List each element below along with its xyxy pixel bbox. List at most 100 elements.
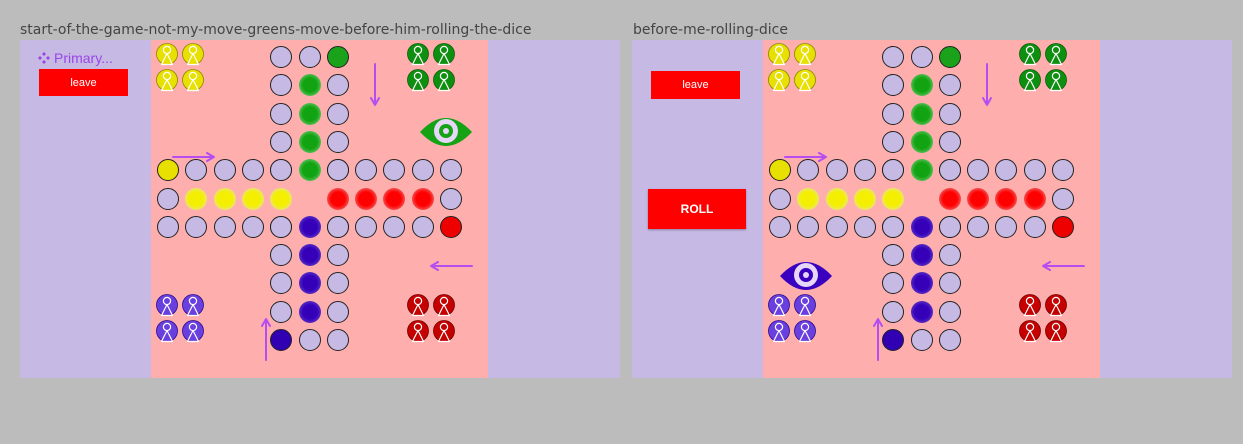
path-cell[interactable]: [882, 102, 905, 125]
path-cell[interactable]: [326, 244, 349, 267]
path-cell[interactable]: [241, 215, 264, 238]
path-cell[interactable]: [270, 159, 293, 182]
pawn-icon[interactable]: [433, 294, 455, 318]
path-cell[interactable]: [882, 300, 905, 323]
path-cell[interactable]: [326, 74, 349, 97]
path-cell[interactable]: [853, 159, 876, 182]
pawn-icon[interactable]: [156, 43, 178, 67]
path-cell[interactable]: [326, 329, 349, 351]
path-cell[interactable]: [938, 272, 961, 295]
path-cell[interactable]: [769, 187, 791, 210]
path-cell[interactable]: [270, 244, 293, 267]
path-cell[interactable]: [185, 215, 208, 238]
path-cell[interactable]: [995, 215, 1018, 238]
path-cell[interactable]: [326, 102, 349, 125]
path-cell[interactable]: [270, 272, 293, 295]
path-cell[interactable]: [440, 159, 462, 182]
path-cell[interactable]: [938, 159, 961, 182]
path-cell[interactable]: [882, 46, 905, 68]
path-cell[interactable]: [938, 130, 961, 153]
pawn-icon[interactable]: [794, 69, 816, 93]
path-cell[interactable]: [938, 102, 961, 125]
path-cell[interactable]: [882, 215, 905, 238]
pawn-icon[interactable]: [182, 320, 204, 344]
path-cell[interactable]: [213, 215, 236, 238]
start-cell-blue[interactable]: [270, 329, 293, 351]
pawn-icon[interactable]: [794, 320, 816, 344]
pawn-icon[interactable]: [1045, 294, 1067, 318]
path-cell[interactable]: [241, 159, 264, 182]
pawn-icon[interactable]: [182, 294, 204, 318]
path-cell[interactable]: [326, 130, 349, 153]
path-cell[interactable]: [157, 215, 179, 238]
path-cell[interactable]: [882, 159, 905, 182]
path-cell[interactable]: [825, 215, 848, 238]
pawn-icon[interactable]: [768, 320, 790, 344]
path-cell[interactable]: [882, 74, 905, 97]
path-cell[interactable]: [938, 74, 961, 97]
start-cell-green[interactable]: [938, 46, 961, 68]
path-cell[interactable]: [1052, 159, 1074, 182]
path-cell[interactable]: [383, 215, 406, 238]
pawn-icon[interactable]: [433, 69, 455, 93]
path-cell[interactable]: [769, 215, 791, 238]
pawn-icon[interactable]: [1019, 43, 1041, 67]
start-cell-red[interactable]: [440, 215, 462, 238]
path-cell[interactable]: [298, 329, 321, 351]
path-cell[interactable]: [440, 187, 462, 210]
path-cell[interactable]: [326, 272, 349, 295]
pawn-icon[interactable]: [794, 43, 816, 67]
path-cell[interactable]: [270, 74, 293, 97]
start-cell-blue[interactable]: [882, 329, 905, 351]
path-cell[interactable]: [938, 329, 961, 351]
path-cell[interactable]: [411, 159, 434, 182]
path-cell[interactable]: [1052, 187, 1074, 210]
path-cell[interactable]: [1023, 215, 1046, 238]
primary-component-label[interactable]: Primary...: [38, 50, 113, 66]
path-cell[interactable]: [1023, 159, 1046, 182]
path-cell[interactable]: [355, 215, 378, 238]
path-cell[interactable]: [383, 159, 406, 182]
path-cell[interactable]: [882, 272, 905, 295]
pawn-icon[interactable]: [433, 320, 455, 344]
pawn-icon[interactable]: [768, 69, 790, 93]
pawn-icon[interactable]: [433, 43, 455, 67]
path-cell[interactable]: [355, 159, 378, 182]
path-cell[interactable]: [270, 102, 293, 125]
start-cell-red[interactable]: [1052, 215, 1074, 238]
pawn-icon[interactable]: [1019, 320, 1041, 344]
path-cell[interactable]: [967, 159, 990, 182]
pawn-icon[interactable]: [768, 43, 790, 67]
path-cell[interactable]: [910, 46, 933, 68]
path-cell[interactable]: [938, 215, 961, 238]
pawn-icon[interactable]: [182, 69, 204, 93]
roll-button[interactable]: ROLL: [648, 189, 746, 229]
path-cell[interactable]: [326, 215, 349, 238]
path-cell[interactable]: [270, 300, 293, 323]
pawn-icon[interactable]: [156, 69, 178, 93]
path-cell[interactable]: [938, 300, 961, 323]
path-cell[interactable]: [995, 159, 1018, 182]
pawn-icon[interactable]: [1045, 320, 1067, 344]
pawn-icon[interactable]: [156, 320, 178, 344]
pawn-icon[interactable]: [407, 320, 429, 344]
pawn-icon[interactable]: [1019, 294, 1041, 318]
pawn-icon[interactable]: [407, 43, 429, 67]
path-cell[interactable]: [882, 130, 905, 153]
path-cell[interactable]: [270, 215, 293, 238]
pawn-icon[interactable]: [407, 69, 429, 93]
pawn-icon[interactable]: [182, 43, 204, 67]
pawn-icon[interactable]: [1045, 43, 1067, 67]
path-cell[interactable]: [853, 215, 876, 238]
start-cell-green[interactable]: [326, 46, 349, 68]
leave-button[interactable]: leave: [39, 69, 128, 96]
path-cell[interactable]: [938, 244, 961, 267]
path-cell[interactable]: [157, 187, 179, 210]
pawn-icon[interactable]: [156, 294, 178, 318]
path-cell[interactable]: [326, 300, 349, 323]
path-cell[interactable]: [411, 215, 434, 238]
path-cell[interactable]: [882, 244, 905, 267]
pawn-icon[interactable]: [1045, 69, 1067, 93]
path-cell[interactable]: [298, 46, 321, 68]
pawn-icon[interactable]: [1019, 69, 1041, 93]
